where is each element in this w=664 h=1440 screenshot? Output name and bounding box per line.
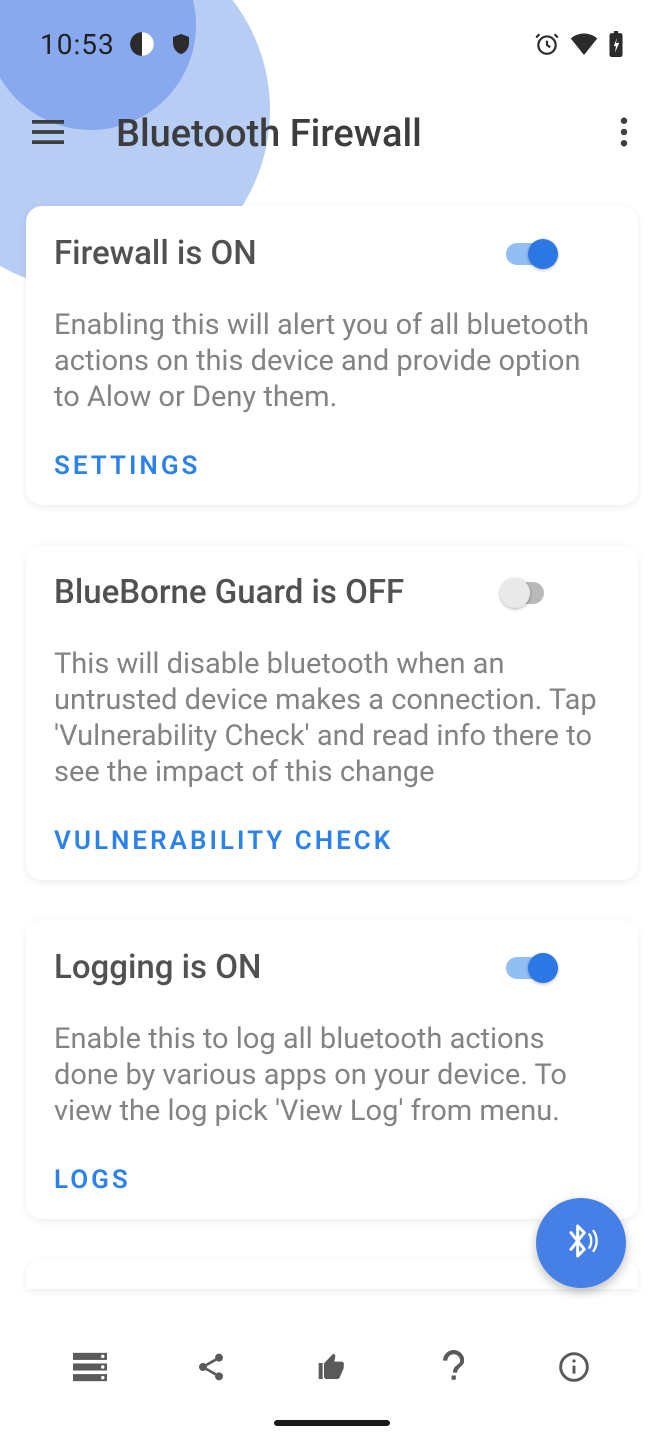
shield-icon <box>169 31 193 57</box>
app-title: Bluetooth Firewall <box>116 112 422 156</box>
firewall-card-title: Firewall is ON <box>54 234 257 273</box>
menu-button[interactable] <box>16 102 80 166</box>
logging-card: Logging is ON Enable this to log all blu… <box>26 920 638 1219</box>
nav-share[interactable] <box>181 1339 241 1399</box>
bluetooth-radar-fab[interactable] <box>536 1198 626 1288</box>
nav-like[interactable] <box>302 1339 362 1399</box>
status-time: 10:53 <box>40 28 115 61</box>
nav-help[interactable] <box>423 1339 483 1399</box>
alarm-icon <box>534 31 560 57</box>
nav-storage[interactable] <box>60 1339 120 1399</box>
overflow-button[interactable] <box>600 102 648 166</box>
question-icon <box>442 1350 464 1388</box>
blueborne-switch[interactable] <box>506 580 558 606</box>
hamburger-icon <box>31 120 65 148</box>
logs-button[interactable]: LOGS <box>54 1165 610 1195</box>
blueborne-card-title: BlueBorne Guard is OFF <box>54 573 404 612</box>
firewall-card-desc: Enabling this will alert you of all blue… <box>54 307 610 415</box>
app-bar: Bluetooth Firewall <box>0 88 664 180</box>
more-vert-icon <box>620 117 628 151</box>
battery-charging-icon <box>608 31 624 57</box>
logging-switch[interactable] <box>506 955 558 981</box>
wifi-icon <box>570 33 598 55</box>
content-area: Firewall is ON Enabling this will alert … <box>0 180 664 1289</box>
bottom-nav <box>0 1334 664 1404</box>
firewall-settings-button[interactable]: SETTINGS <box>54 451 610 481</box>
vulnerability-check-button[interactable]: VULNERABILITY CHECK <box>54 826 610 856</box>
blueborne-card: BlueBorne Guard is OFF This will disable… <box>26 545 638 880</box>
dual-sim-icon <box>129 31 155 57</box>
nav-info[interactable] <box>544 1339 604 1399</box>
blueborne-card-desc: This will disable bluetooth when an untr… <box>54 646 610 790</box>
status-bar: 10:53 <box>0 0 664 88</box>
firewall-switch[interactable] <box>506 241 558 267</box>
firewall-card: Firewall is ON Enabling this will alert … <box>26 206 638 505</box>
logging-card-desc: Enable this to log all bluetooth actions… <box>54 1021 610 1129</box>
bluetooth-radar-icon <box>561 1221 601 1265</box>
share-icon <box>195 1350 227 1388</box>
storage-icon <box>73 1352 107 1386</box>
logging-card-title: Logging is ON <box>54 948 261 987</box>
thumbs-up-icon <box>315 1351 349 1387</box>
info-icon <box>558 1351 590 1387</box>
navigation-pill[interactable] <box>274 1420 390 1426</box>
